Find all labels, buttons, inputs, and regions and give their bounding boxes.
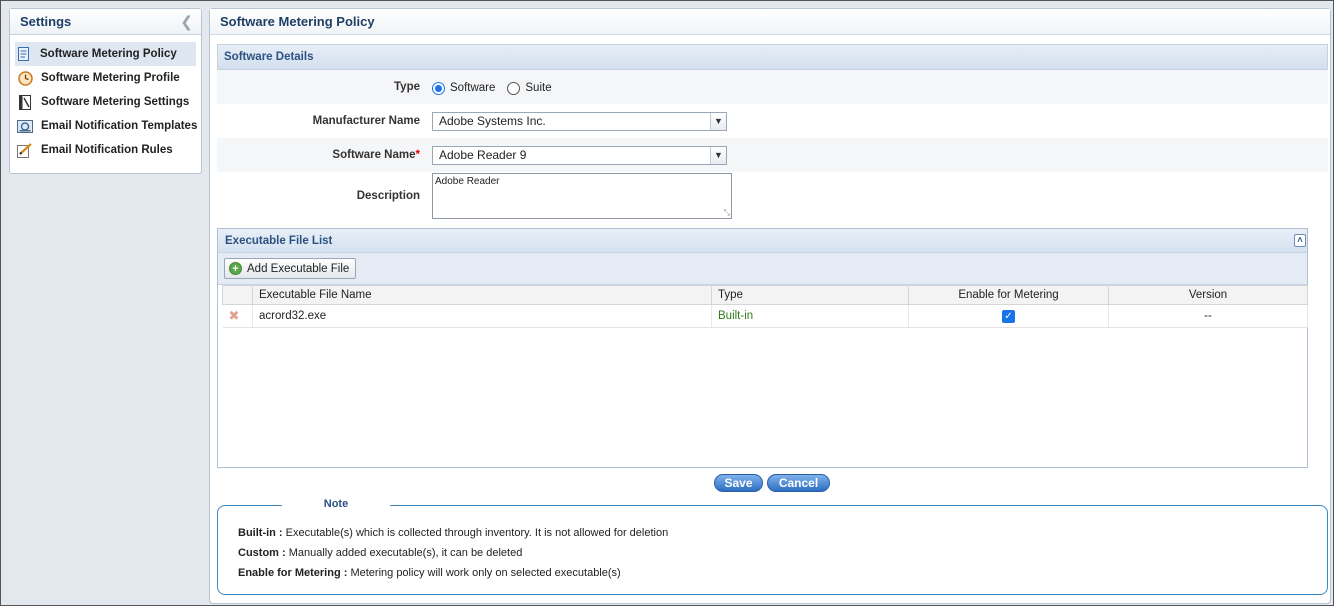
sidebar-header: Settings ❮ <box>10 9 201 35</box>
cancel-button[interactable]: Cancel <box>767 474 830 492</box>
executable-toolbar: + Add Executable File <box>218 253 1307 285</box>
column-header-type[interactable]: Type <box>711 285 909 305</box>
edit-rules-icon <box>16 142 34 158</box>
type-cell: Built-in <box>711 304 909 328</box>
note-legend: Note <box>282 498 390 510</box>
add-icon: + <box>229 262 242 275</box>
description-row: Description Adobe Reader ⤡ <box>217 172 1328 220</box>
note-term: Built-in : <box>238 527 283 539</box>
collapse-up-icon[interactable]: ˄ <box>1294 234 1306 247</box>
version-cell: -- <box>1108 304 1308 328</box>
sidebar-item-label: Software Metering Policy <box>40 48 177 60</box>
software-name-select[interactable]: Adobe Reader 9 ▼ <box>432 145 727 165</box>
note-text: Executable(s) which is collected through… <box>282 527 669 539</box>
chevron-down-icon[interactable]: ▼ <box>710 146 726 164</box>
note-line-builtin: Built-in : Executable(s) which is collec… <box>238 527 668 539</box>
note-line-enable-metering: Enable for Metering : Metering policy wi… <box>238 567 621 579</box>
column-header-version[interactable]: Version <box>1108 285 1308 305</box>
software-name-row: Software Name* Adobe Reader 9 ▼ <box>217 138 1328 172</box>
type-label: Type <box>394 81 420 93</box>
manufacturer-select[interactable]: Adobe Systems Inc. ▼ <box>432 111 727 131</box>
settings-book-icon <box>16 94 34 110</box>
sidebar-item-label: Software Metering Settings <box>41 96 190 108</box>
note-text: Metering policy will work only on select… <box>347 567 621 579</box>
executable-file-list-header: Executable File List ˄ <box>218 229 1307 253</box>
table-header-row: Executable File Name Type Enable for Met… <box>222 285 1308 305</box>
sidebar-item-email-notification-rules[interactable]: Email Notification Rules <box>10 138 201 162</box>
note-term: Custom : <box>238 547 286 559</box>
column-header-enable-metering[interactable]: Enable for Metering <box>908 285 1109 305</box>
type-software-label: Software <box>450 82 496 94</box>
type-row: Type Software Suite <box>217 70 1328 104</box>
note-term: Enable for Metering : <box>238 567 348 579</box>
column-header-file-name[interactable]: Executable File Name <box>252 285 712 305</box>
type-software-radio[interactable] <box>432 81 445 95</box>
sidebar-item-label: Software Metering Profile <box>41 72 180 84</box>
type-suite-label: Suite <box>525 82 552 94</box>
required-marker: * <box>415 149 420 161</box>
delete-icon[interactable]: ✖ <box>229 308 240 323</box>
type-suite-radio[interactable] <box>507 81 521 95</box>
sidebar-item-software-metering-policy[interactable]: Software Metering Policy <box>15 42 196 66</box>
table-row: ✖ acrord32.exe Built-in ✓ -- <box>222 304 1308 328</box>
section-title: Software Details <box>224 51 314 63</box>
save-button[interactable]: Save <box>714 474 763 492</box>
collapse-left-icon[interactable]: ❮ <box>180 13 193 31</box>
enable-metering-cell: ✓ <box>908 304 1109 328</box>
software-details-section-header: Software Details <box>217 44 1328 70</box>
resize-grip-icon[interactable]: ⤡ <box>724 208 730 218</box>
executable-file-list-panel: Executable File List ˄ + Add Executable … <box>217 228 1308 468</box>
add-executable-file-label: Add Executable File <box>247 262 350 275</box>
description-value: Adobe Reader <box>435 176 500 187</box>
page-title: Software Metering Policy <box>220 14 375 29</box>
sidebar-item-software-metering-settings[interactable]: Software Metering Settings <box>10 90 201 114</box>
chevron-down-icon[interactable]: ▼ <box>710 112 726 130</box>
main-header: Software Metering Policy <box>210 9 1330 35</box>
settings-sidebar: Settings ❮ Software Metering Policy Soft… <box>9 8 202 174</box>
description-textarea[interactable]: Adobe Reader ⤡ <box>432 173 732 219</box>
column-header-action <box>222 285 253 305</box>
software-name-value: Adobe Reader 9 <box>439 148 527 162</box>
email-template-icon <box>16 118 34 134</box>
manufacturer-value: Adobe Systems Inc. <box>439 114 546 128</box>
add-executable-file-button[interactable]: + Add Executable File <box>224 258 357 279</box>
sidebar-item-email-notification-templates[interactable]: Email Notification Templates <box>10 114 201 138</box>
manufacturer-label: Manufacturer Name <box>312 115 420 127</box>
sidebar-item-label: Email Notification Rules <box>41 144 173 156</box>
note-box: Note Built-in : Executable(s) which is c… <box>217 498 1328 595</box>
delete-cell: ✖ <box>222 304 253 328</box>
sidebar-menu: Software Metering Policy Software Meteri… <box>10 35 201 162</box>
clock-icon <box>16 70 34 86</box>
file-name-cell: acrord32.exe <box>252 304 712 328</box>
executable-file-list-title: Executable File List <box>225 234 333 247</box>
main-panel: Software Metering Policy Software Detail… <box>209 8 1331 604</box>
executable-file-table: Executable File Name Type Enable for Met… <box>222 285 1308 328</box>
software-name-label-text: Software Name <box>332 149 416 161</box>
manufacturer-row: Manufacturer Name Adobe Systems Inc. ▼ <box>217 104 1328 138</box>
sidebar-item-label: Email Notification Templates <box>41 120 198 132</box>
note-text: Manually added executable(s), it can be … <box>285 547 523 559</box>
description-label: Description <box>356 190 420 202</box>
policy-document-icon <box>15 46 33 62</box>
software-name-label: Software Name* <box>217 149 432 161</box>
sidebar-item-software-metering-profile[interactable]: Software Metering Profile <box>10 66 201 90</box>
enable-metering-checkbox[interactable]: ✓ <box>1002 309 1015 323</box>
sidebar-title: Settings <box>20 14 72 29</box>
note-line-custom: Custom : Manually added executable(s), i… <box>238 547 522 559</box>
